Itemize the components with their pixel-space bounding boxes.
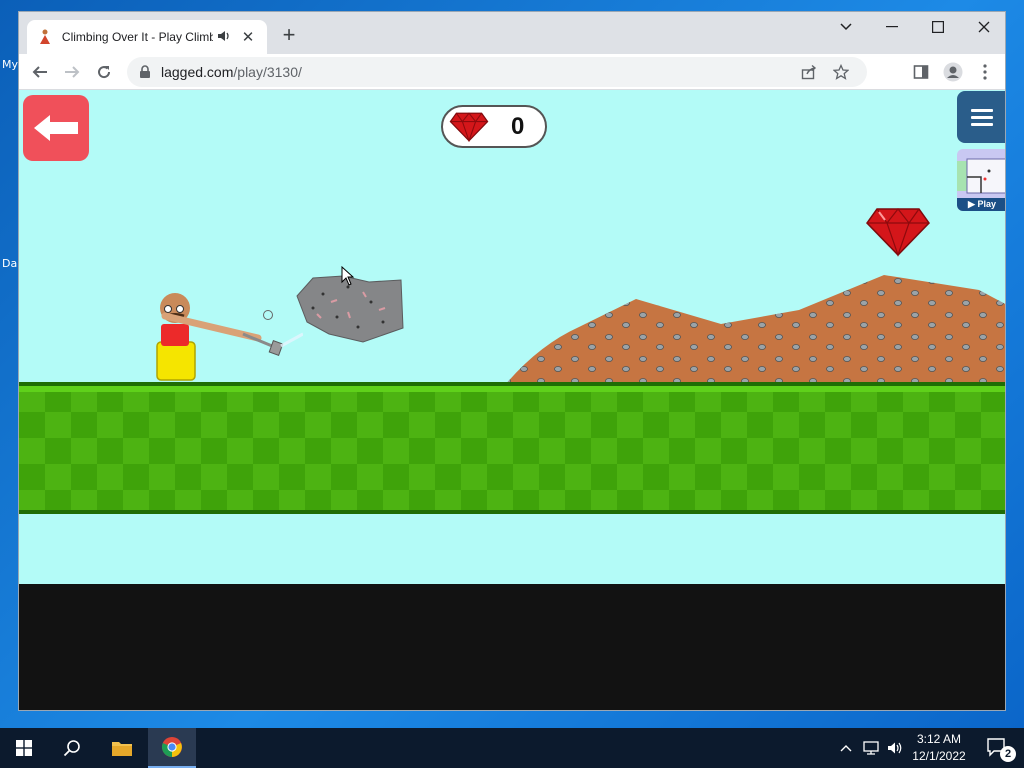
minimize-icon[interactable] [869, 12, 915, 42]
side-panel-icon[interactable] [907, 58, 935, 86]
new-tab-button[interactable]: + [277, 24, 301, 48]
browser-window: Climbing Over It - Play Climb ✕ + lagged… [18, 11, 1006, 711]
favicon-icon [37, 29, 53, 45]
mouse-pointer-icon [341, 266, 355, 286]
hamburger-menu-icon [971, 109, 993, 126]
tab-search-icon[interactable] [823, 12, 869, 42]
back-arrow-icon [34, 115, 78, 141]
audio-icon[interactable] [217, 29, 233, 45]
profile-avatar-icon[interactable] [939, 58, 967, 86]
kebab-menu-icon[interactable] [971, 58, 999, 86]
thumbnail-image [957, 158, 1005, 194]
play-label: ▶ Play [957, 198, 1005, 211]
address-bar[interactable]: lagged.com/play/3130/ [127, 57, 867, 87]
taskbar: 3:12 AM 12/1/2022 2 [0, 728, 1024, 768]
browser-tab[interactable]: Climbing Over It - Play Climb ✕ [27, 20, 267, 54]
system-clock[interactable]: 3:12 AM 12/1/2022 [906, 731, 972, 765]
notification-icon[interactable]: 2 [978, 728, 1018, 768]
chevron-up-icon[interactable] [836, 728, 856, 768]
gem-count: 0 [511, 112, 525, 140]
notification-badge: 2 [1000, 746, 1016, 762]
tab-title: Climbing Over It - Play Climb [61, 30, 214, 44]
grass-ground [19, 382, 1005, 514]
network-icon[interactable] [860, 728, 882, 768]
volume-icon[interactable] [884, 728, 906, 768]
close-window-icon[interactable] [961, 12, 1005, 42]
tab-strip: Climbing Over It - Play Climb ✕ + [19, 12, 1005, 54]
game-canvas[interactable]: 0 ▶ Play [19, 90, 1005, 584]
bookmark-star-icon[interactable] [832, 63, 850, 85]
clock-date: 12/1/2022 [912, 749, 966, 763]
lock-icon[interactable] [139, 65, 153, 79]
menu-button[interactable] [957, 91, 1005, 143]
gem-icon [449, 111, 489, 142]
share-icon[interactable] [801, 64, 817, 85]
maximize-icon[interactable] [915, 12, 961, 42]
back-button[interactable] [23, 95, 89, 161]
desktop-icon-label[interactable]: Da [2, 257, 17, 270]
chrome-icon[interactable] [148, 728, 196, 768]
search-icon[interactable] [48, 728, 96, 768]
url-path: /play/3130/ [233, 64, 302, 80]
close-tab-icon[interactable]: ✕ [239, 28, 257, 46]
gem-counter: 0 [441, 105, 547, 148]
reload-icon[interactable] [90, 58, 118, 86]
clock-time: 3:12 AM [916, 732, 962, 746]
browser-toolbar: lagged.com/play/3130/ [19, 54, 1005, 90]
play-more-games-thumbnail[interactable]: ▶ Play [957, 149, 1005, 211]
back-nav-icon[interactable] [26, 58, 54, 86]
dirt-hill [505, 275, 1005, 385]
gem-pickup-icon [866, 208, 930, 257]
player-character [156, 293, 303, 381]
url-host: lagged.com [161, 64, 234, 80]
windows-start-icon[interactable] [0, 728, 48, 768]
cursor-ring [263, 310, 273, 320]
file-explorer-icon[interactable] [98, 728, 146, 768]
page-viewport: 0 ▶ Play [19, 90, 1005, 710]
desktop-icon-label[interactable]: My [2, 58, 18, 71]
forward-nav-icon[interactable] [58, 58, 86, 86]
letterbox-bottom [19, 584, 1005, 710]
